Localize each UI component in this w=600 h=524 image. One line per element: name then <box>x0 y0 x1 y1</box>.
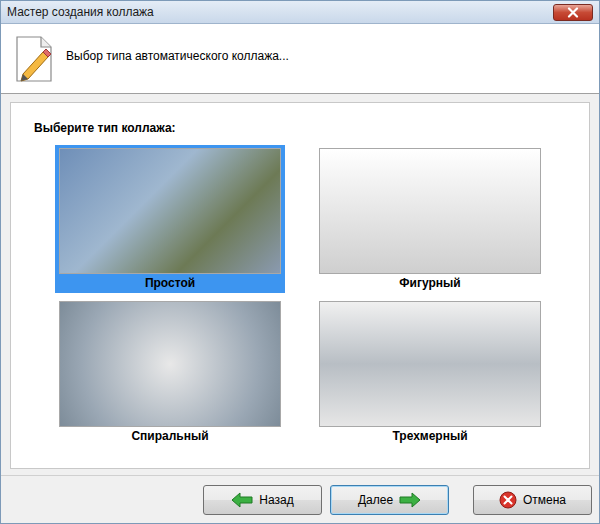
collage-type-label: Простой <box>145 274 195 291</box>
collage-preview <box>319 148 541 274</box>
collage-type-option[interactable]: Простой <box>55 145 285 293</box>
window-title: Мастер создания коллажа <box>7 5 154 19</box>
collage-type-option[interactable]: Трехмерный <box>315 298 545 446</box>
left-arrow-icon <box>231 492 253 508</box>
header-text: Выбор типа автоматического коллажа... <box>66 49 289 69</box>
cancel-icon <box>499 491 517 509</box>
collage-preview <box>59 301 281 427</box>
collage-type-panel: Выберите тип коллажа: Простой Фигурный С… <box>10 102 590 469</box>
collage-type-label: Фигурный <box>399 274 460 291</box>
cancel-button[interactable]: Отмена <box>473 485 592 515</box>
document-pencil-icon <box>13 34 57 84</box>
content-area: Выберите тип коллажа: Простой Фигурный С… <box>1 94 599 476</box>
collage-preview <box>59 148 281 274</box>
close-button[interactable] <box>553 4 593 21</box>
collage-type-label: Спиральный <box>131 427 208 444</box>
close-icon <box>566 7 580 18</box>
next-button[interactable]: Далее <box>330 485 449 515</box>
collage-type-grid: Простой Фигурный Спиральный Трехмерный <box>55 145 589 446</box>
title-bar: Мастер создания коллажа <box>1 1 599 24</box>
collage-type-option[interactable]: Фигурный <box>315 145 545 293</box>
collage-type-option[interactable]: Спиральный <box>55 298 285 446</box>
collage-type-label: Трехмерный <box>392 427 467 444</box>
prompt-label: Выберите тип коллажа: <box>34 121 589 135</box>
right-arrow-icon <box>399 492 421 508</box>
button-bar: Назад Далее Отмена <box>1 476 599 523</box>
back-button[interactable]: Назад <box>203 485 322 515</box>
wizard-window: Мастер создания коллажа Выбор типа автом… <box>0 0 600 524</box>
wizard-header: Выбор типа автоматического коллажа... <box>1 24 599 94</box>
collage-preview <box>319 301 541 427</box>
